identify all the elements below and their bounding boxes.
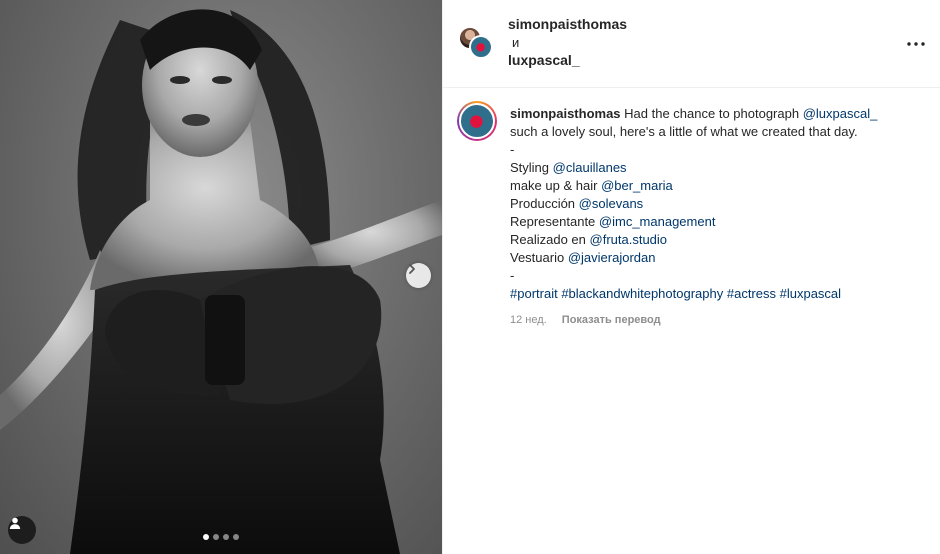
caption-separator: - — [510, 142, 515, 157]
carousel-dot — [213, 534, 219, 540]
photo-illustration — [0, 9, 442, 554]
carousel-indicator — [0, 534, 442, 540]
credit-label: Producción — [510, 196, 576, 211]
credit-label: Vestuario — [510, 250, 565, 265]
avatar[interactable] — [469, 35, 493, 59]
hashtag-link[interactable]: #actress — [727, 286, 776, 301]
credit-label: Realizado en — [510, 232, 586, 247]
collab-avatars[interactable] — [458, 26, 494, 62]
credit-label: Styling — [510, 160, 550, 175]
post-details-panel: simonpaisthomas и luxpascal_ simonpaisth… — [442, 0, 940, 554]
collaborator-username[interactable]: luxpascal_ — [508, 52, 580, 68]
author-username[interactable]: simonpaisthomas — [508, 16, 627, 32]
more-options-button[interactable] — [905, 32, 927, 52]
mention-link[interactable]: @fruta.studio — [590, 232, 668, 247]
hashtag-link[interactable]: #blackandwhitephotography — [561, 286, 723, 301]
translate-button[interactable]: Показать перевод — [562, 314, 661, 326]
hashtag-link[interactable]: #portrait — [510, 286, 558, 301]
caption-line: such a lovely soul, here's a little of w… — [510, 124, 858, 139]
post-photo[interactable] — [0, 0, 442, 554]
caption-text: simonpaisthomas Had the chance to photog… — [510, 105, 930, 329]
mention-link[interactable]: @clauillanes — [553, 160, 627, 175]
caption-separator: - — [510, 268, 515, 283]
caption-author[interactable]: simonpaisthomas — [510, 106, 621, 121]
caption-author-avatar[interactable] — [457, 101, 497, 141]
hashtag-link[interactable]: #luxpascal — [780, 286, 841, 301]
carousel-dot — [233, 534, 239, 540]
more-horizontal-icon — [907, 33, 925, 51]
mention-link[interactable]: @solevans — [579, 196, 644, 211]
mention-link[interactable]: @luxpascal_ — [803, 106, 878, 121]
mention-link[interactable]: @imc_management — [599, 214, 716, 229]
caption-text-fragment: Had the chance to photograph — [624, 106, 800, 121]
post-timestamp[interactable]: 12 нед. — [510, 314, 547, 326]
credit-label: Representante — [510, 214, 596, 229]
mention-link[interactable]: @ber_maria — [601, 178, 673, 193]
credit-label: make up & hair — [510, 178, 598, 193]
caption-meta: 12 нед. Показать перевод — [510, 311, 930, 329]
mention-link[interactable]: @javierajordan — [568, 250, 656, 265]
and-separator: и — [512, 35, 520, 50]
post-header: simonpaisthomas и luxpascal_ — [443, 0, 940, 88]
next-slide-button[interactable] — [406, 263, 431, 288]
carousel-dot — [203, 534, 209, 540]
carousel-dot — [223, 534, 229, 540]
